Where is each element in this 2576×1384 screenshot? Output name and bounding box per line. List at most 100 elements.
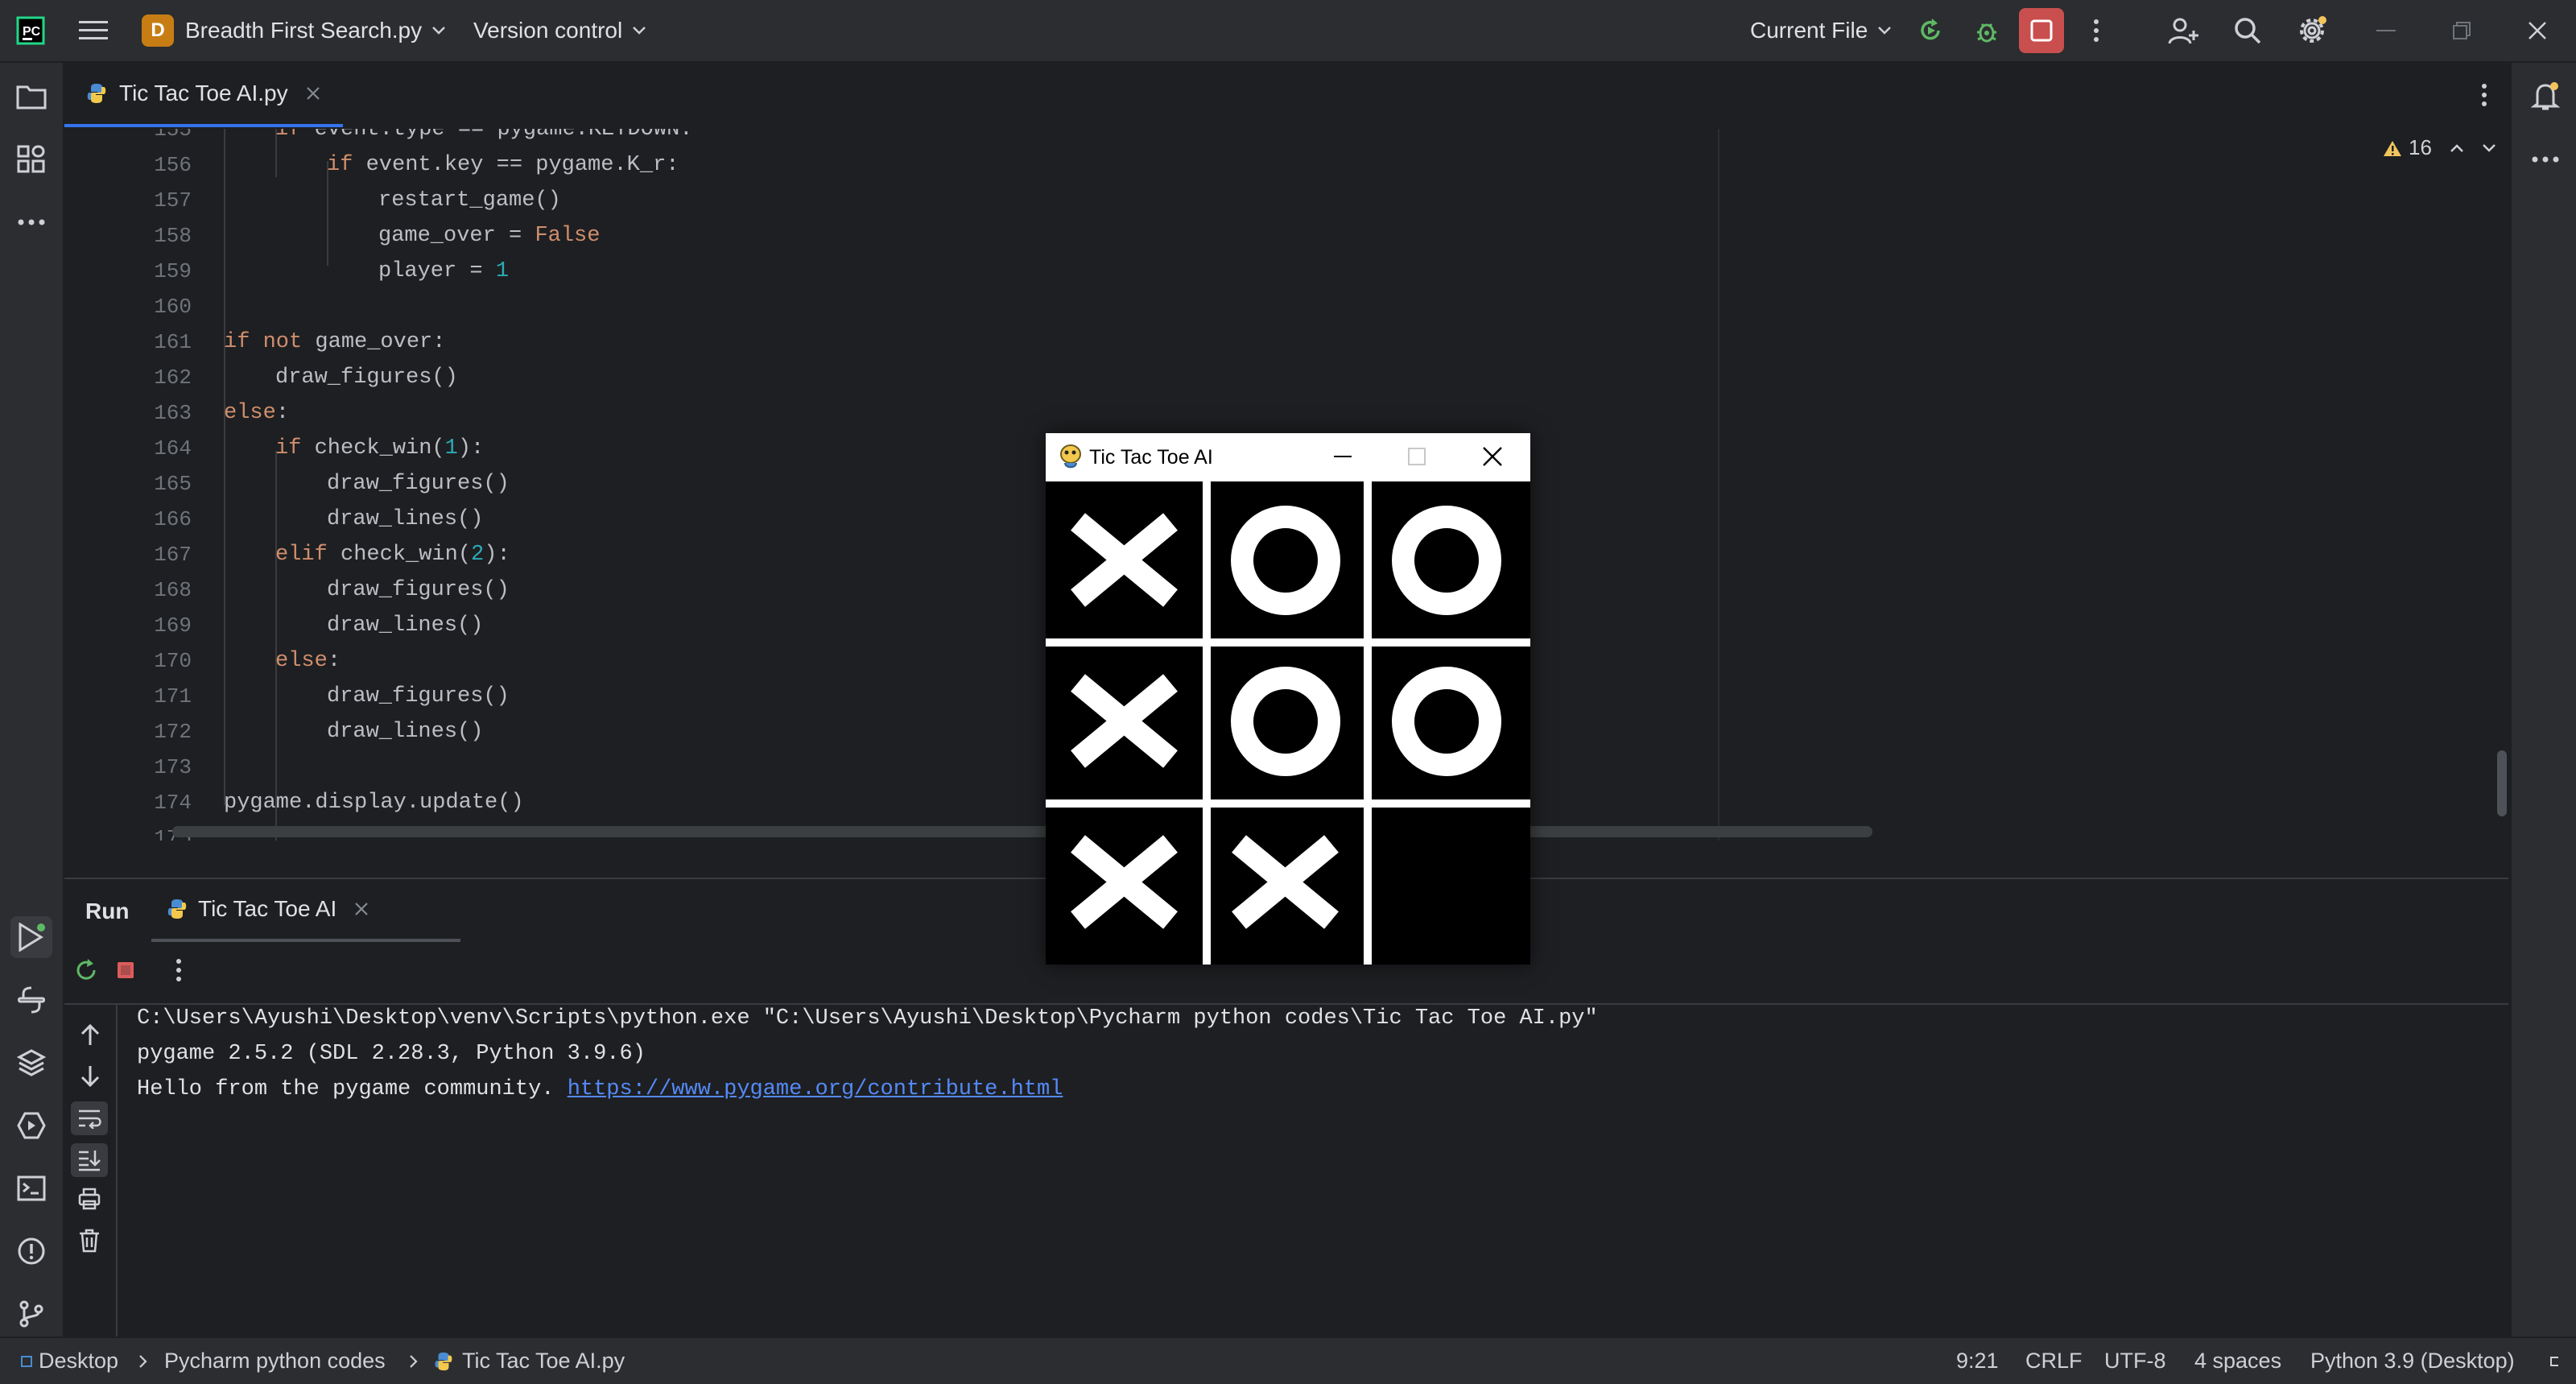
more-tool-windows-icon[interactable] bbox=[10, 201, 52, 243]
terminal-icon[interactable] bbox=[10, 1167, 52, 1209]
python-console-icon[interactable] bbox=[10, 979, 52, 1021]
debug-icon[interactable] bbox=[1964, 8, 2009, 53]
arrow-up-icon[interactable] bbox=[79, 1023, 101, 1047]
breadcrumb-item[interactable]: Pycharm python codes bbox=[164, 1338, 386, 1384]
line-number: 161 bbox=[154, 330, 192, 354]
restore-icon[interactable] bbox=[2439, 8, 2484, 53]
svg-text:PC: PC bbox=[23, 25, 41, 39]
trash-icon[interactable] bbox=[77, 1229, 101, 1253]
pygame-window[interactable]: Tic Tac Toe AI bbox=[1046, 433, 1530, 965]
board-cell[interactable] bbox=[1368, 642, 1525, 799]
services-icon[interactable] bbox=[10, 1105, 52, 1146]
soft-wrap-icon[interactable] bbox=[71, 1101, 108, 1135]
board-cell[interactable] bbox=[1368, 481, 1525, 638]
line-number: 162 bbox=[154, 366, 192, 390]
chevron-down-icon bbox=[632, 26, 646, 35]
board-cell[interactable] bbox=[1046, 804, 1203, 961]
tab-close-icon[interactable] bbox=[354, 902, 369, 916]
line-separator[interactable]: CRLF bbox=[2025, 1338, 2083, 1384]
code-line: draw_figures() bbox=[327, 578, 510, 602]
code-line: draw_figures() bbox=[327, 472, 510, 496]
scroll-to-end-icon[interactable] bbox=[71, 1143, 108, 1177]
next-highlight-icon[interactable] bbox=[2482, 143, 2496, 153]
line-number: 173 bbox=[154, 755, 192, 779]
indent-setting[interactable]: 4 spaces bbox=[2194, 1338, 2281, 1384]
breadcrumb-item[interactable]: Desktop bbox=[21, 1338, 118, 1384]
code-line: if check_win(1): bbox=[275, 436, 485, 461]
editor-tab-label: Tic Tac Toe AI.py bbox=[119, 81, 288, 105]
notifications-bell-icon[interactable] bbox=[2524, 76, 2566, 118]
board-cell[interactable] bbox=[1207, 804, 1364, 961]
chevron-right-icon bbox=[409, 1338, 419, 1384]
previous-highlight-icon[interactable] bbox=[2450, 143, 2464, 153]
code-line: else: bbox=[275, 649, 341, 673]
version-control-menu[interactable]: Version control bbox=[473, 0, 646, 61]
python-file-icon bbox=[166, 898, 188, 920]
run-more-icon[interactable] bbox=[175, 958, 182, 982]
caret-position[interactable]: 9:21 bbox=[1956, 1338, 1999, 1384]
tab-close-icon[interactable] bbox=[306, 86, 320, 101]
python-interpreter[interactable]: Python 3.9 (Desktop) bbox=[2310, 1338, 2515, 1384]
run-config-selector[interactable]: Current File bbox=[1750, 0, 1892, 61]
print-icon[interactable] bbox=[77, 1187, 101, 1211]
code-line: if event.key == pygame.K_r: bbox=[327, 153, 679, 177]
pygame-title-bar[interactable]: Tic Tac Toe AI bbox=[1046, 433, 1530, 481]
rerun-icon[interactable] bbox=[74, 958, 98, 982]
main-menu-icon[interactable] bbox=[71, 8, 116, 53]
memory-indicator-icon[interactable] bbox=[2549, 1338, 2560, 1384]
console-output-line: C:\Users\Ayushi\Desktop\venv\Scripts\pyt… bbox=[137, 1006, 1598, 1031]
project-selector[interactable]: D Breadth First Search.py bbox=[142, 0, 446, 61]
breadcrumb-item[interactable]: Tic Tac Toe AI.py bbox=[433, 1338, 625, 1384]
close-icon[interactable] bbox=[1482, 446, 1503, 467]
board-cell[interactable] bbox=[1046, 642, 1203, 799]
python-packages-icon[interactable] bbox=[10, 1042, 52, 1084]
more-actions-icon[interactable] bbox=[2074, 8, 2119, 53]
run-config-tab[interactable]: Tic Tac Toe AI bbox=[151, 879, 460, 942]
tab-options-icon[interactable] bbox=[2468, 79, 2500, 111]
git-branch-icon[interactable] bbox=[10, 1293, 52, 1335]
stop-icon[interactable] bbox=[116, 961, 135, 980]
board-cell[interactable] bbox=[1368, 804, 1525, 961]
structure-icon[interactable] bbox=[10, 138, 52, 180]
inspection-widget[interactable]: 16 bbox=[2383, 135, 2496, 160]
line-number: 167 bbox=[154, 543, 192, 567]
stop-button[interactable] bbox=[2019, 8, 2064, 53]
line-number: 169 bbox=[154, 614, 192, 638]
add-user-icon[interactable] bbox=[2161, 8, 2206, 53]
tic-tac-toe-board[interactable] bbox=[1046, 481, 1530, 965]
title-bar: PC D Breadth First Search.py Version con… bbox=[0, 0, 2576, 63]
run-panel-title: Run bbox=[85, 899, 130, 923]
code-line: game_over = False bbox=[378, 224, 601, 248]
vertical-scrollbar[interactable] bbox=[2497, 750, 2507, 816]
maximize-icon[interactable] bbox=[1406, 446, 1427, 467]
run-side-toolbar bbox=[64, 1005, 118, 1338]
code-line: draw_lines() bbox=[327, 507, 484, 531]
board-cell[interactable] bbox=[1207, 642, 1364, 799]
breadcrumb-label: Desktop bbox=[39, 1349, 119, 1373]
search-icon[interactable] bbox=[2225, 8, 2270, 53]
rerun-icon[interactable] bbox=[1908, 8, 1953, 53]
code-line: draw_figures() bbox=[327, 684, 510, 709]
file-encoding[interactable]: UTF-8 bbox=[2104, 1338, 2166, 1384]
arrow-down-icon[interactable] bbox=[79, 1064, 101, 1089]
line-number: 165 bbox=[154, 472, 192, 496]
o-mark bbox=[1231, 667, 1340, 776]
horizontal-scrollbar[interactable] bbox=[172, 826, 1872, 837]
problems-icon[interactable] bbox=[10, 1230, 52, 1272]
board-cell[interactable] bbox=[1207, 481, 1364, 638]
settings-gear-icon[interactable] bbox=[2289, 8, 2334, 53]
run-tool-icon[interactable] bbox=[10, 916, 52, 958]
console-link[interactable]: https://www.pygame.org/contribute.html bbox=[568, 1077, 1063, 1101]
pycharm-logo-icon[interactable]: PC bbox=[16, 0, 45, 61]
close-icon[interactable] bbox=[2515, 8, 2560, 53]
minimize-icon[interactable] bbox=[2363, 8, 2409, 53]
more-icon[interactable] bbox=[2524, 138, 2566, 180]
minimize-icon[interactable] bbox=[1332, 446, 1353, 467]
board-cell[interactable] bbox=[1046, 481, 1203, 638]
editor-tab[interactable]: Tic Tac Toe AI.py bbox=[64, 63, 343, 127]
line-number: 166 bbox=[154, 507, 192, 531]
project-folder-icon[interactable] bbox=[10, 76, 52, 118]
line-number: 170 bbox=[154, 649, 192, 673]
line-number: 168 bbox=[154, 578, 192, 602]
o-mark bbox=[1392, 667, 1501, 776]
